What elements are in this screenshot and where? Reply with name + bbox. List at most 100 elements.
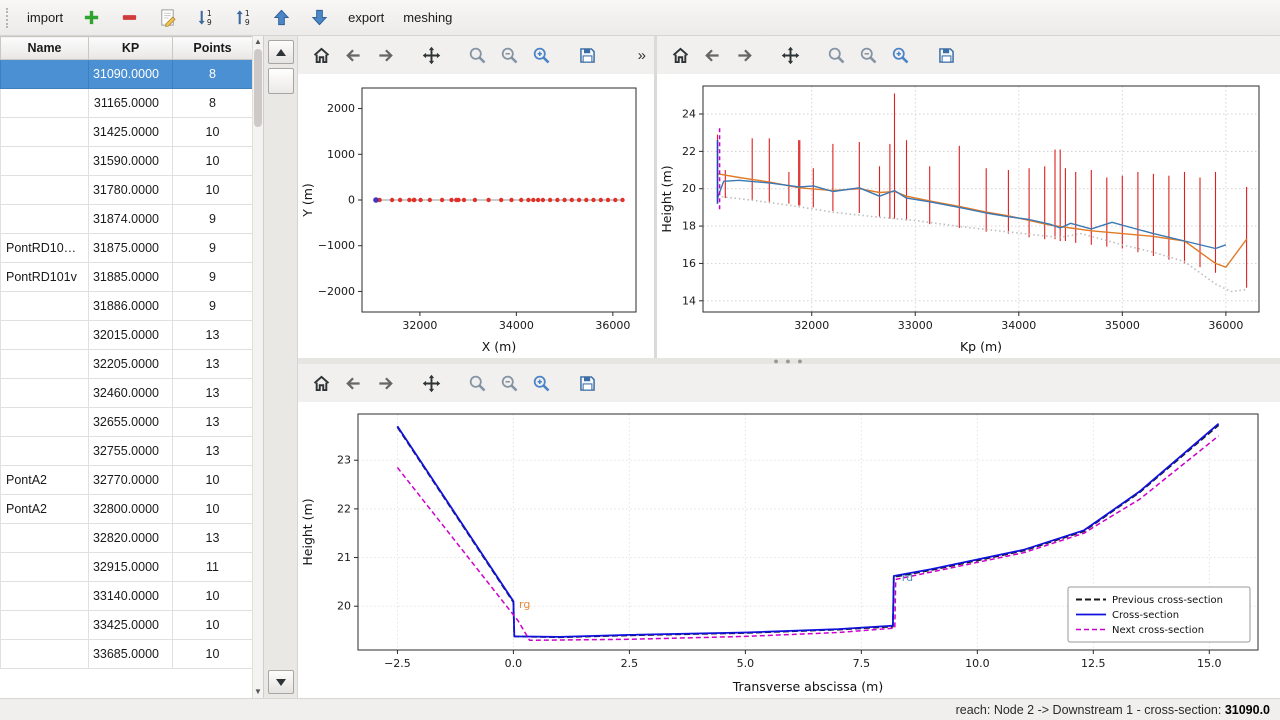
table-row[interactable]: PontA232800.000010	[1, 495, 253, 524]
cell-kp[interactable]: 32820.0000	[89, 524, 173, 553]
table-row[interactable]: 31874.00009	[1, 205, 253, 234]
table-row[interactable]: 31886.00009	[1, 292, 253, 321]
cell-name[interactable]	[1, 60, 89, 89]
remove-cross-section-button[interactable]	[112, 3, 147, 32]
save-button[interactable]	[572, 368, 602, 398]
cell-kp[interactable]: 31875.0000	[89, 234, 173, 263]
cell-name[interactable]	[1, 118, 89, 147]
zoom-out-button[interactable]	[853, 40, 883, 70]
cell-kp[interactable]: 31165.0000	[89, 89, 173, 118]
cell-kp[interactable]: 33140.0000	[89, 582, 173, 611]
cell-points[interactable]: 10	[173, 495, 253, 524]
save-button[interactable]	[572, 40, 602, 70]
toolbar-overflow-chevron[interactable]: »	[638, 47, 646, 64]
cell-points[interactable]: 13	[173, 321, 253, 350]
cell-points[interactable]: 10	[173, 466, 253, 495]
cell-points[interactable]: 10	[173, 147, 253, 176]
cell-kp[interactable]: 33685.0000	[89, 640, 173, 669]
cell-kp[interactable]: 33425.0000	[89, 611, 173, 640]
table-row[interactable]: PontRD101v31885.00009	[1, 263, 253, 292]
cell-name[interactable]	[1, 640, 89, 669]
cell-points[interactable]: 9	[173, 205, 253, 234]
cell-name[interactable]	[1, 437, 89, 466]
scroll-up-small-icon[interactable]: ▲	[254, 37, 262, 47]
add-cross-section-button[interactable]	[74, 3, 109, 32]
scroll-down-small-icon[interactable]: ▼	[254, 687, 262, 697]
cell-points[interactable]: 9	[173, 234, 253, 263]
table-row[interactable]: 33140.000010	[1, 582, 253, 611]
cell-kp[interactable]: 32800.0000	[89, 495, 173, 524]
cell-points[interactable]: 13	[173, 408, 253, 437]
cell-points[interactable]: 8	[173, 89, 253, 118]
cell-name[interactable]: PontA2	[1, 466, 89, 495]
sort-descending-button[interactable]: 19	[188, 3, 223, 32]
zoom-in-button[interactable]	[526, 368, 556, 398]
cell-points[interactable]: 10	[173, 118, 253, 147]
pan-button[interactable]	[775, 40, 805, 70]
pan-button[interactable]	[416, 368, 446, 398]
cell-name[interactable]	[1, 350, 89, 379]
zoom-in-button[interactable]	[885, 40, 915, 70]
table-row[interactable]: 32205.000013	[1, 350, 253, 379]
panel-scrollbar-thumb[interactable]	[268, 68, 294, 94]
home-button[interactable]	[306, 40, 336, 70]
table-row[interactable]: PontRD10…31875.00009	[1, 234, 253, 263]
import-button[interactable]: import	[19, 5, 71, 30]
scroll-down-button[interactable]	[268, 670, 294, 694]
cell-name[interactable]	[1, 611, 89, 640]
save-button[interactable]	[931, 40, 961, 70]
home-button[interactable]	[306, 368, 336, 398]
table-row[interactable]: 32655.000013	[1, 408, 253, 437]
pan-button[interactable]	[416, 40, 446, 70]
cell-points[interactable]: 9	[173, 292, 253, 321]
cell-name[interactable]	[1, 379, 89, 408]
meshing-button[interactable]: meshing	[395, 5, 460, 30]
zoom-out-button[interactable]	[494, 368, 524, 398]
cell-kp[interactable]: 32755.0000	[89, 437, 173, 466]
cell-points[interactable]: 13	[173, 350, 253, 379]
cell-kp[interactable]: 31590.0000	[89, 147, 173, 176]
cell-kp[interactable]: 31425.0000	[89, 118, 173, 147]
cell-points[interactable]: 10	[173, 611, 253, 640]
cell-name[interactable]	[1, 89, 89, 118]
column-header-name[interactable]: Name	[1, 37, 89, 60]
table-row[interactable]: 32755.000013	[1, 437, 253, 466]
cell-name[interactable]: PontA2	[1, 495, 89, 524]
table-row[interactable]: 32015.000013	[1, 321, 253, 350]
column-header-kp[interactable]: KP	[89, 37, 173, 60]
table-row[interactable]: 31590.000010	[1, 147, 253, 176]
table-row[interactable]: 32915.000011	[1, 553, 253, 582]
cell-kp[interactable]: 31780.0000	[89, 176, 173, 205]
plan-view-plot[interactable]: 320003400036000200010000−1000−2000X (m)Y…	[298, 74, 652, 358]
cell-kp[interactable]: 31885.0000	[89, 263, 173, 292]
longitudinal-profile-plot[interactable]: 3200033000340003500036000141618202224Kp …	[657, 74, 1277, 358]
cell-name[interactable]: PontRD101v	[1, 263, 89, 292]
cross-section-plot[interactable]: rgrd−2.50.02.55.07.510.012.515.020212223…	[298, 402, 1276, 698]
zoom-button[interactable]	[462, 40, 492, 70]
cell-name[interactable]	[1, 205, 89, 234]
export-button[interactable]: export	[340, 5, 392, 30]
move-down-button[interactable]	[302, 3, 337, 32]
sort-ascending-button[interactable]: 19	[226, 3, 261, 32]
cell-kp[interactable]: 31090.0000	[89, 60, 173, 89]
zoom-button[interactable]	[462, 368, 492, 398]
zoom-out-button[interactable]	[494, 40, 524, 70]
cell-name[interactable]	[1, 147, 89, 176]
cell-points[interactable]: 13	[173, 437, 253, 466]
cell-name[interactable]	[1, 582, 89, 611]
table-row[interactable]: 32460.000013	[1, 379, 253, 408]
cell-points[interactable]: 10	[173, 640, 253, 669]
cell-kp[interactable]: 32460.0000	[89, 379, 173, 408]
cell-name[interactable]	[1, 176, 89, 205]
cell-name[interactable]	[1, 292, 89, 321]
cell-name[interactable]	[1, 408, 89, 437]
move-up-button[interactable]	[264, 3, 299, 32]
table-row[interactable]: 31425.000010	[1, 118, 253, 147]
cell-kp[interactable]: 32770.0000	[89, 466, 173, 495]
table-row[interactable]: 33425.000010	[1, 611, 253, 640]
toolbar-drag-handle[interactable]	[6, 8, 12, 28]
table-row[interactable]: 33685.000010	[1, 640, 253, 669]
cell-kp[interactable]: 31886.0000	[89, 292, 173, 321]
table-row[interactable]: 31090.00008	[1, 60, 253, 89]
edit-cross-section-button[interactable]	[150, 3, 185, 32]
